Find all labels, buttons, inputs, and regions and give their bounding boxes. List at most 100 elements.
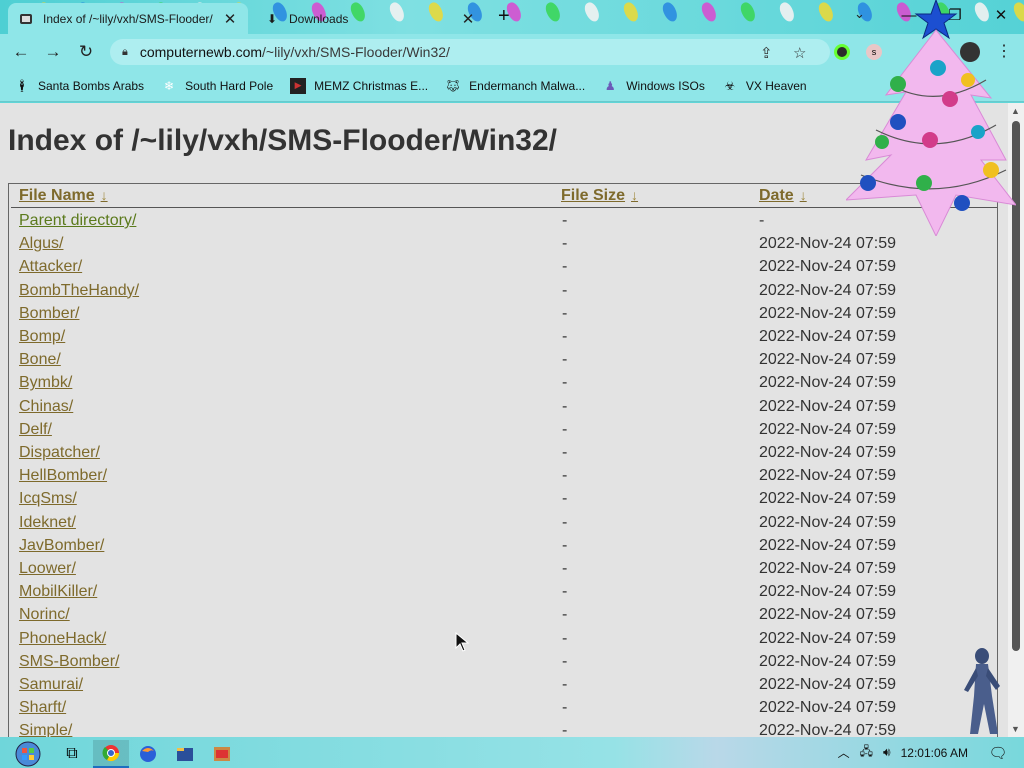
file-link[interactable]: Bomp/ bbox=[19, 328, 65, 346]
taskbar-app-button[interactable] bbox=[204, 740, 240, 768]
file-date: 2022-Nov-24 07:59 bbox=[759, 560, 896, 577]
tab-active[interactable]: Index of /~lily/vxh/SMS-Flooder/ ✕ bbox=[8, 3, 248, 34]
file-size: - bbox=[562, 583, 568, 601]
task-view-icon: ⧉ bbox=[66, 745, 78, 762]
close-tab-icon[interactable]: ✕ bbox=[222, 10, 238, 28]
file-link[interactable]: Dispatcher/ bbox=[19, 444, 100, 462]
table-row: Bymbk/ - 2022-Nov-24 07:59 bbox=[9, 373, 997, 396]
back-button[interactable]: ← bbox=[10, 41, 32, 63]
file-link[interactable]: Ideknet/ bbox=[19, 514, 76, 532]
column-header-file-size[interactable]: File Size ↓ bbox=[561, 187, 638, 205]
column-header-file-name[interactable]: File Name ↓ bbox=[19, 187, 108, 205]
start-button[interactable] bbox=[8, 740, 48, 768]
bookmark-santa-bombs-arabs[interactable]: 🕴︎ Santa Bombs Arabs bbox=[14, 78, 144, 94]
start-orb-icon bbox=[15, 741, 41, 767]
page-scrollbar[interactable]: ▲ ▼ bbox=[1008, 103, 1024, 737]
taskbar-explorer-button[interactable] bbox=[167, 740, 203, 768]
scroll-thumb[interactable] bbox=[1012, 121, 1020, 651]
reload-button[interactable]: ↻ bbox=[75, 41, 97, 63]
file-link[interactable]: Norinc/ bbox=[19, 606, 70, 624]
file-date: 2022-Nov-24 07:59 bbox=[759, 699, 896, 717]
file-date: 2022-Nov-24 07:59 bbox=[759, 420, 896, 438]
file-size: - bbox=[562, 328, 568, 345]
christmas-light-bulb-icon bbox=[660, 0, 680, 24]
file-date: 2022-Nov-24 07:59 bbox=[759, 513, 896, 531]
file-size: - bbox=[562, 444, 568, 461]
task-view-button[interactable]: ⧉ bbox=[54, 740, 90, 768]
file-link[interactable]: Bomber/ bbox=[19, 305, 79, 323]
file-link[interactable]: Attacker/ bbox=[19, 258, 82, 276]
file-link[interactable]: PhoneHack/ bbox=[19, 630, 106, 648]
tab-search-chevron-icon[interactable]: ⌄ bbox=[854, 6, 865, 22]
extension-icon[interactable] bbox=[834, 44, 850, 60]
bookmark-south-hard-pole[interactable]: ❄ South Hard Pole bbox=[161, 78, 273, 94]
table-row: SMS-Bomber/ - 2022-Nov-24 07:59 bbox=[9, 652, 997, 675]
file-link[interactable]: MobilKiller/ bbox=[19, 583, 97, 601]
bookmark-memz-christmas[interactable]: ▶ MEMZ Christmas E... bbox=[290, 77, 429, 94]
new-tab-button[interactable]: + bbox=[498, 6, 510, 26]
file-link[interactable]: JavBomber/ bbox=[19, 537, 104, 555]
browser-toolbar: ← → ↻ 🔒︎ computernewb.com/~lily/vxh/SMS-… bbox=[0, 34, 1024, 70]
file-size: - bbox=[562, 676, 568, 693]
file-explorer-icon bbox=[177, 748, 193, 761]
file-link[interactable]: Parent directory/ bbox=[19, 212, 136, 230]
file-link[interactable]: IcqSms/ bbox=[19, 490, 77, 508]
file-link[interactable]: BombTheHandy/ bbox=[19, 282, 139, 300]
bookmark-label: MEMZ Christmas E... bbox=[314, 78, 429, 93]
extension-s-icon[interactable]: s bbox=[866, 44, 882, 60]
taskbar-clock[interactable]: 12:01:06 AM bbox=[901, 746, 968, 760]
bookmark-endermanch[interactable]: 🐺︎ Endermanch Malwa... bbox=[445, 78, 586, 94]
file-link[interactable]: Sharft/ bbox=[19, 699, 66, 717]
file-size: - bbox=[562, 536, 568, 554]
file-link[interactable]: Samurai/ bbox=[19, 676, 83, 694]
scroll-down-arrow-icon[interactable]: ▼ bbox=[1011, 724, 1020, 734]
file-size: - bbox=[562, 606, 568, 624]
tab-downloads[interactable]: ⬇ Downloads ✕ bbox=[256, 3, 484, 34]
close-tab-icon[interactable]: ✕ bbox=[460, 10, 476, 28]
lock-icon[interactable]: 🔒︎ bbox=[122, 46, 128, 59]
bookmark-windows-isos[interactable]: ♟ Windows ISOs bbox=[602, 78, 705, 94]
file-link[interactable]: SMS-Bomber/ bbox=[19, 653, 119, 671]
table-row: IcqSms/ - 2022-Nov-24 07:59 bbox=[9, 489, 997, 512]
table-row: Samurai/ - 2022-Nov-24 07:59 bbox=[9, 675, 997, 698]
bookmark-star-icon[interactable]: ☆ bbox=[793, 44, 806, 62]
scroll-up-arrow-icon[interactable]: ▲ bbox=[1011, 106, 1020, 116]
bookmarks-bar: 🕴︎ Santa Bombs Arabs ❄ South Hard Pole ▶… bbox=[0, 70, 1024, 102]
volume-icon[interactable]: 🔊︎ bbox=[883, 745, 891, 760]
file-date: 2022-Nov-24 07:59 bbox=[759, 304, 896, 322]
taskbar-chrome-button[interactable] bbox=[93, 740, 129, 768]
notification-center-button[interactable]: 🗨︎ bbox=[982, 737, 1024, 768]
profile-avatar-icon[interactable] bbox=[960, 42, 980, 62]
table-row: Parent directory/ - - bbox=[9, 211, 997, 234]
file-link[interactable]: Delf/ bbox=[19, 421, 52, 439]
file-link[interactable]: Bone/ bbox=[19, 351, 61, 369]
taskbar-firefox-button[interactable] bbox=[130, 740, 166, 768]
tray-overflow-chevron-icon[interactable]: ︿ bbox=[838, 744, 850, 761]
file-date: 2022-Nov-24 07:59 bbox=[759, 374, 896, 392]
menu-kebab-icon[interactable]: ⋮ bbox=[996, 41, 1012, 61]
file-size: - bbox=[562, 722, 568, 737]
minimize-button[interactable]: — bbox=[886, 0, 932, 32]
download-icon: ⬇ bbox=[266, 11, 278, 26]
bookmark-label: Santa Bombs Arabs bbox=[38, 78, 145, 93]
file-link[interactable]: Simple/ bbox=[19, 722, 72, 737]
network-icon[interactable]: 🖧︎ bbox=[860, 742, 873, 763]
file-link[interactable]: Loower/ bbox=[19, 560, 76, 578]
share-icon[interactable]: ⇪ bbox=[760, 44, 773, 62]
table-row: MobilKiller/ - 2022-Nov-24 07:59 bbox=[9, 582, 997, 605]
mouse-cursor-icon bbox=[455, 632, 469, 652]
address-bar[interactable]: 🔒︎ computernewb.com/~lily/vxh/SMS-Floode… bbox=[110, 39, 830, 65]
christmas-light-bulb-icon bbox=[543, 0, 563, 24]
close-window-button[interactable]: ✕ bbox=[978, 0, 1024, 32]
maximize-button[interactable]: ❐ bbox=[932, 0, 978, 32]
file-link[interactable]: Algus/ bbox=[19, 235, 63, 253]
column-header-date[interactable]: Date ↓ bbox=[759, 187, 807, 205]
file-link[interactable]: Bymbk/ bbox=[19, 374, 72, 392]
bookmark-vx-heaven[interactable]: ☣ VX Heaven bbox=[722, 78, 807, 94]
forward-button[interactable]: → bbox=[42, 41, 64, 63]
file-link[interactable]: Chinas/ bbox=[19, 398, 73, 416]
file-size: - bbox=[562, 258, 568, 276]
file-link[interactable]: HellBomber/ bbox=[19, 467, 107, 485]
terminal-icon bbox=[214, 747, 230, 761]
table-row: Attacker/ - 2022-Nov-24 07:59 bbox=[9, 257, 997, 280]
